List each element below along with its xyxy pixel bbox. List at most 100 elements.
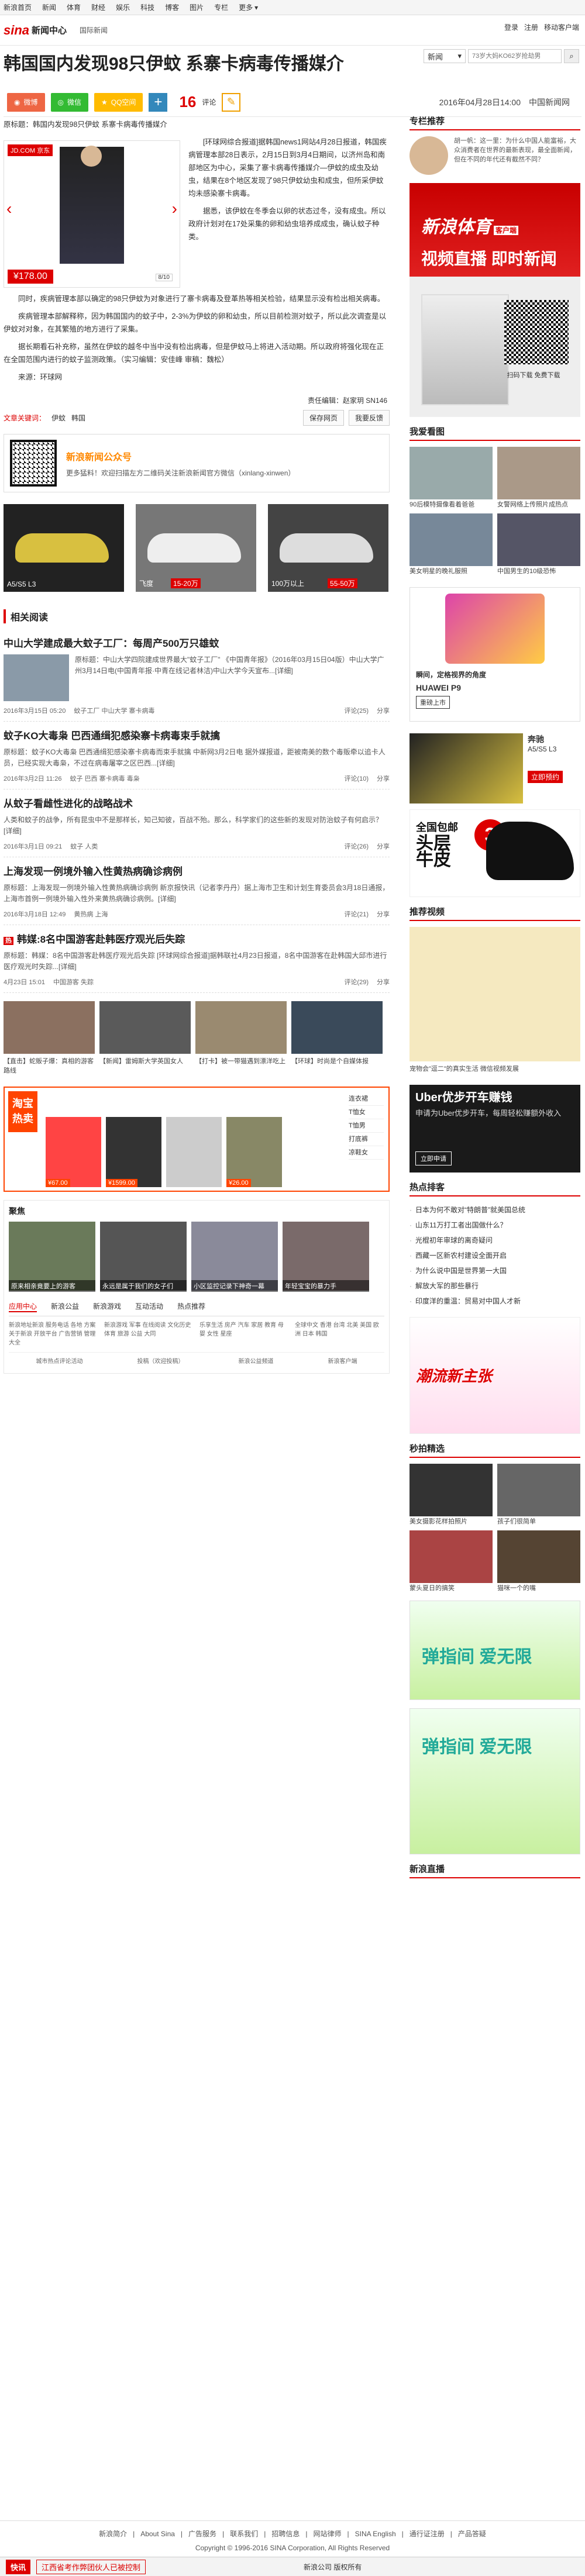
gallery-link[interactable]: 城市热点评论活动 [36,1356,83,1365]
related-item-title[interactable]: 从蚊子看雌性进化的战略战术 [4,795,390,810]
share-weibo-button[interactable]: ◉ 微博 [7,92,45,112]
nav-column[interactable]: 专栏 [214,2,228,12]
huawei-cta[interactable]: 重磅上市 [416,696,450,709]
gallery-item[interactable]: 永远是属于我们的女子们 [100,1222,187,1292]
footer-link[interactable]: 通行证注册 [410,2527,445,2541]
nav-news[interactable]: 新闻 [42,2,56,12]
taobao-product[interactable] [166,1117,222,1187]
save-page-button[interactable]: 保存网页 [302,410,344,426]
gallery-item[interactable]: 原来相亲竟要上的游客 [9,1222,95,1292]
gallery-grid-cell[interactable]: 乐享生活 房产 汽车 家居 教育 母婴 女性 星座 [199,1321,289,1347]
register-link[interactable]: 注册 [524,22,538,32]
gallery-link[interactable]: 投稿（欢迎投稿） [137,1356,184,1365]
pic-item[interactable]: 【新闻】雷姆斯大学英国女人 [99,1001,191,1075]
tab-hot[interactable]: 热点推荐 [177,1301,205,1312]
nav-more[interactable]: 更多 ▾ [239,2,258,12]
hot-list-item[interactable]: 西藏一区新农村建设全面开启 [410,1248,580,1263]
uber-ad-button[interactable]: 立即申请 [415,1151,452,1165]
tab-activities[interactable]: 互动活动 [135,1301,163,1312]
related-item-title[interactable]: 上海发现一例境外输入性黄热病确诊病例 [4,863,390,878]
footer-link[interactable]: 广告服务 [188,2527,216,2541]
taobao-product[interactable]: ¥67.00 [46,1117,101,1187]
gallery-link[interactable]: 新浪客户端 [328,1356,357,1365]
pick-item[interactable]: 蒙头夏日的搞笑 [410,1530,493,1592]
video-caption[interactable]: 宠物会"逗二"的真实生活 微信视频发展 [410,1064,580,1073]
gallery-grid-cell[interactable]: 新浪地址新浪 服务电话 各地 方案 关于新浪 开放平台 广告营销 管理大全 [9,1321,98,1347]
tab-app-center[interactable]: 应用中心 [9,1301,37,1312]
pic-item[interactable]: 【环球】时尚是个自媒体报 [291,1001,383,1075]
nav-ent[interactable]: 娱乐 [116,2,130,12]
hot-list-item[interactable]: 光棍初年审球的离奇疑问 [410,1233,580,1248]
related-share[interactable]: 分享 [377,977,390,987]
edit-comment-icon[interactable]: ✎ [222,92,241,112]
nav-tech[interactable]: 科技 [140,2,154,12]
related-item-title[interactable]: 中山大学建成最大蚊子工厂：每周产500万只雄蚊 [4,635,390,650]
pick-item[interactable]: 猫咪一个的嘴 [497,1530,580,1592]
chevron-left-icon[interactable]: ‹ [6,199,12,218]
video-thumb[interactable] [410,927,580,1061]
taobao-menu-item[interactable]: 凉鞋女 [349,1146,384,1160]
nav-photo[interactable]: 图片 [190,2,204,12]
article-source[interactable]: 中国新闻网 [529,96,570,108]
related-comments[interactable]: 评论(21) [344,909,369,919]
related-item-title[interactable]: 热韩媒:8名中国游客赴韩医疗观光后失踪 [4,931,390,946]
uber-ad[interactable]: Uber优步开车赚钱 申请为Uber优步开车，每周轻松赚额外收入 立即申请 [410,1085,580,1173]
pick-item[interactable]: 美女摄影花样拍照片 [410,1464,493,1526]
search-input[interactable] [468,49,562,63]
logo-subtitle[interactable]: 新闻中心 [32,24,67,36]
huawei-ad[interactable]: 瞬间，定格视界的角度 HUAWEI P9 重磅上市 [410,587,580,722]
related-share[interactable]: 分享 [377,842,390,851]
related-thumb[interactable] [4,654,69,701]
mobile-client-link[interactable]: 移动客户端 [544,22,579,32]
related-comments[interactable]: 评论(25) [344,706,369,715]
charity-app-ad[interactable]: 弹指间 爱无限 [410,1708,580,1854]
gallery-item[interactable]: 小区监控记录下神奇一幕 [191,1222,278,1292]
nav-blog[interactable]: 博客 [165,2,179,12]
breadcrumb-item[interactable]: 国际新闻 [80,25,108,35]
related-share[interactable]: 分享 [377,706,390,715]
jd-product-ad[interactable]: JD.COM 京东 ‹ › ¥178.00 8/10 [4,140,180,288]
nav-finance[interactable]: 财经 [91,2,105,12]
pick-item[interactable]: 孩子们很简单 [497,1464,580,1526]
car-ad[interactable]: 飞度 15-20万 [136,504,256,592]
taobao-product[interactable]: ¥26.00 [226,1117,282,1187]
gallery-link[interactable]: 新浪公益频道 [239,1356,274,1365]
hot-list-item[interactable]: 为什么说中国是世界第一大国 [410,1263,580,1278]
car-ad[interactable]: A5/S5 L3 [4,504,124,592]
footer-link[interactable]: 招聘信息 [271,2527,300,2541]
car-ad[interactable]: 100万以上 55-50万 [268,504,388,592]
taobao-menu-item[interactable]: 打底裤 [349,1133,384,1146]
tab-games[interactable]: 新浪游戏 [93,1301,121,1312]
tab-charity[interactable]: 新浪公益 [51,1301,79,1312]
shoes-ad[interactable]: 全国包邮头层牛皮 3 [410,809,580,897]
related-comments[interactable]: 评论(10) [344,774,369,783]
footer-link[interactable]: About Sina [140,2527,175,2541]
related-share[interactable]: 分享 [377,909,390,919]
footer-link[interactable]: 网站律师 [313,2527,341,2541]
hot-pic-item[interactable]: 女警网络上传照片成热点 [497,447,580,509]
related-item-title[interactable]: 蚊子KO大毒枭 巴西通缉犯感染寨卡病毒束手就擒 [4,727,390,742]
charity-ad[interactable]: 弹指间 爱无限 [410,1601,580,1700]
expert-card[interactable]: 胡一帆：这一里：为什么中国人能富裕，大众消费者在世界的最新表现，最全面新闻，但在… [410,136,580,175]
footer-link[interactable]: 产品答疑 [458,2527,486,2541]
login-link[interactable]: 登录 [504,22,518,32]
hot-list-item[interactable]: 解放大军的那些暴行 [410,1278,580,1294]
share-more-button[interactable]: + [149,92,168,112]
share-wechat-button[interactable]: ◎ 微信 [50,92,88,112]
footer-link[interactable]: 新浪简介 [99,2527,127,2541]
feedback-button[interactable]: 我要反馈 [348,410,390,426]
taobao-menu-item[interactable]: T恤男 [349,1119,384,1133]
nav-home[interactable]: 新浪首页 [4,2,32,12]
taobao-menu-item[interactable]: T恤女 [349,1106,384,1119]
related-share[interactable]: 分享 [377,774,390,783]
flash-news-link[interactable]: 江西省考作弊团伙人已被控制 [36,2559,146,2574]
pic-item[interactable]: 【直击】蛇贩子爆：真相的游客路线 [4,1001,95,1075]
tag-link[interactable]: 韩国 [71,413,85,423]
benz-ad[interactable]: 奔驰 A5/S5 L3 立即预约 [410,733,580,804]
taobao-ad[interactable]: 淘宝热卖 ¥67.00 ¥1599.00 ¥26.00 连衣裙 T恤女 T恤男 … [4,1087,390,1192]
taobao-menu-item[interactable]: 连衣裙 [349,1092,384,1106]
sina-sports-ad[interactable]: 新浪体育 客户端 视频直播 即时新闻 扫码下载 免费下载 [410,183,580,417]
footer-link[interactable]: SINA English [355,2527,396,2541]
search-select[interactable]: 新闻 ▾ [424,49,466,63]
fashion-ad[interactable]: 潮流新主张 [410,1317,580,1434]
